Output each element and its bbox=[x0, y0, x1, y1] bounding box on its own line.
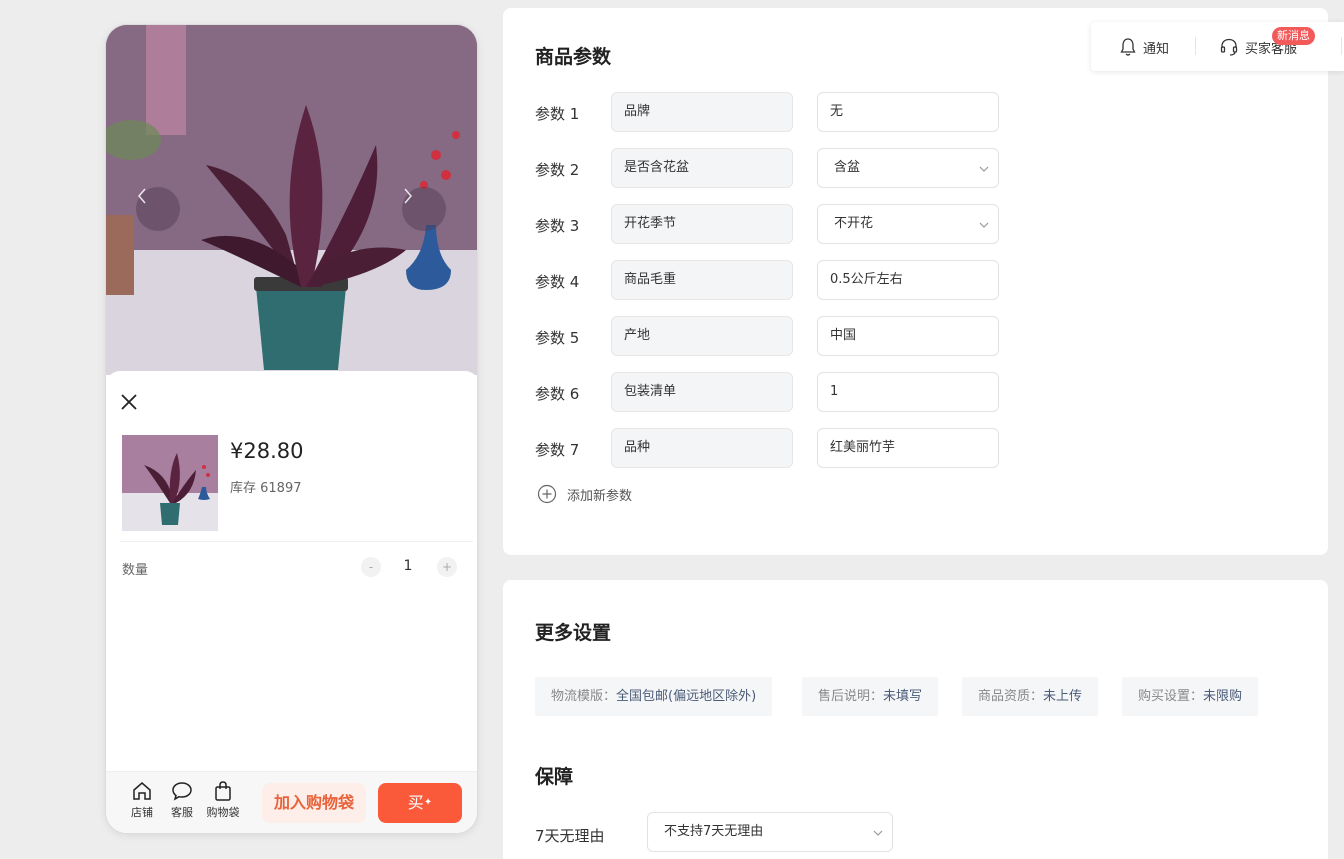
param-label: 参数 5 bbox=[535, 329, 580, 347]
chip-value: 未限购 bbox=[1203, 689, 1243, 704]
param-row: 参数 7 品种 红美丽竹芋 bbox=[535, 428, 1005, 468]
param-label: 参数 2 bbox=[535, 161, 580, 179]
quantity-value: 1 bbox=[403, 558, 413, 574]
param-value-input[interactable]: 无 bbox=[817, 92, 999, 132]
bag-label: 购物袋 bbox=[206, 806, 240, 819]
sku-price: ¥28.80 bbox=[230, 439, 304, 463]
notification-button[interactable]: 通知 bbox=[1119, 37, 1169, 57]
param-value-select[interactable]: 不开花 bbox=[817, 204, 999, 244]
guarantee-select[interactable]: 不支持7天无理由 bbox=[647, 812, 893, 852]
quantity-decrease-button[interactable]: - bbox=[361, 557, 381, 577]
sku-sheet: ¥28.80 库存 61897 数量 - 1 + 店铺 客服 购物袋 加入购物袋… bbox=[106, 371, 477, 833]
add-to-bag-button[interactable]: 加入购物袋 bbox=[262, 783, 366, 823]
bag-nav-button[interactable]: 购物袋 bbox=[201, 780, 245, 820]
new-message-badge: 新消息 bbox=[1272, 27, 1315, 45]
chevron-down-icon bbox=[873, 830, 883, 836]
bell-icon bbox=[1120, 38, 1136, 56]
shop-nav-button[interactable]: 店铺 bbox=[120, 780, 164, 820]
shopping-bag-icon bbox=[215, 781, 231, 801]
quantity-increase-button[interactable]: + bbox=[437, 557, 457, 577]
param-row: 参数 1 品牌 无 bbox=[535, 92, 1005, 132]
product-photo-carousel[interactable] bbox=[106, 25, 477, 375]
sparkle-icon: ✦ bbox=[423, 797, 433, 808]
add-param-label: 添加新参数 bbox=[567, 488, 633, 504]
carousel-next-button[interactable] bbox=[402, 187, 446, 231]
param-value-text: 不开花 bbox=[834, 216, 874, 231]
shop-label: 店铺 bbox=[131, 806, 153, 819]
bottom-action-bar: 店铺 客服 购物袋 加入购物袋 买✦ bbox=[106, 771, 477, 833]
param-value-select[interactable]: 含盆 bbox=[817, 148, 999, 188]
home-icon bbox=[133, 782, 151, 800]
param-key-input[interactable]: 包装清单 bbox=[611, 372, 793, 412]
sku-stock: 库存 61897 bbox=[230, 481, 302, 496]
param-row: 参数 4 商品毛重 0.5公斤左右 bbox=[535, 260, 1005, 300]
close-icon[interactable] bbox=[120, 393, 138, 411]
param-key-input[interactable]: 开花季节 bbox=[611, 204, 793, 244]
divider bbox=[1195, 37, 1196, 55]
notification-label: 通知 bbox=[1143, 41, 1170, 57]
guarantee-value: 不支持7天无理由 bbox=[664, 824, 764, 839]
param-key-input[interactable]: 商品毛重 bbox=[611, 260, 793, 300]
mobile-preview: ¥28.80 库存 61897 数量 - 1 + 店铺 客服 购物袋 加入购物袋… bbox=[105, 24, 478, 834]
service-nav-button[interactable]: 客服 bbox=[160, 780, 204, 820]
chevron-down-icon bbox=[979, 166, 989, 172]
carousel-prev-button[interactable] bbox=[136, 187, 180, 231]
chip-value: 未填写 bbox=[883, 689, 923, 704]
divider bbox=[120, 541, 473, 542]
chip-value: 未上传 bbox=[1043, 689, 1083, 704]
floating-toolbar: 通知 买家客服 新消息 bbox=[1091, 22, 1344, 71]
param-label: 参数 4 bbox=[535, 273, 580, 291]
guarantee-title: 保障 bbox=[535, 766, 574, 788]
chip-key: 购买设置： bbox=[1138, 689, 1204, 704]
product-thumbnail bbox=[122, 435, 218, 531]
chat-bubble-icon bbox=[172, 782, 192, 801]
chip-key: 售后说明： bbox=[818, 689, 884, 704]
chip-key: 商品资质： bbox=[978, 689, 1044, 704]
param-row: 参数 2 是否含花盆 含盆 bbox=[535, 148, 1005, 188]
divider bbox=[1341, 37, 1342, 55]
param-value-input[interactable]: 1 bbox=[817, 372, 999, 412]
param-value-text: 含盆 bbox=[834, 160, 861, 175]
more-settings-card: 更多设置 物流模版：全国包邮(偏远地区除外) 售后说明：未填写 商品资质：未上传… bbox=[503, 580, 1328, 859]
purchase-settings-chip[interactable]: 购买设置：未限购 bbox=[1122, 677, 1259, 716]
param-value-input[interactable]: 中国 bbox=[817, 316, 999, 356]
param-label: 参数 1 bbox=[535, 105, 580, 123]
param-key-input[interactable]: 品牌 bbox=[611, 92, 793, 132]
chevron-left-icon bbox=[138, 188, 146, 204]
sku-thumbnail bbox=[122, 435, 218, 531]
param-label: 参数 3 bbox=[535, 217, 580, 235]
chevron-down-icon bbox=[979, 222, 989, 228]
param-label: 参数 7 bbox=[535, 441, 580, 459]
param-row: 参数 5 产地 中国 bbox=[535, 316, 1005, 356]
param-key-input[interactable]: 是否含花盆 bbox=[611, 148, 793, 188]
plus-circle-icon bbox=[537, 484, 557, 504]
product-params-card: 商品参数 参数 1 品牌 无 参数 2 是否含花盆 含盆 参数 3 开花季节 不… bbox=[503, 8, 1328, 555]
guarantee-label: 7天无理由 bbox=[535, 827, 605, 845]
quantity-label: 数量 bbox=[122, 563, 149, 578]
service-label: 客服 bbox=[171, 806, 193, 819]
param-value-input[interactable]: 红美丽竹芋 bbox=[817, 428, 999, 468]
params-title: 商品参数 bbox=[535, 46, 612, 68]
param-label: 参数 6 bbox=[535, 385, 580, 403]
after-sales-chip[interactable]: 售后说明：未填写 bbox=[802, 677, 939, 716]
chevron-right-icon bbox=[404, 188, 412, 204]
buy-label: 买 bbox=[407, 793, 424, 812]
chip-value: 全国包邮(偏远地区除外) bbox=[616, 689, 757, 704]
param-row: 参数 6 包装清单 1 bbox=[535, 372, 1005, 412]
param-value-input[interactable]: 0.5公斤左右 bbox=[817, 260, 999, 300]
more-settings-title: 更多设置 bbox=[535, 622, 612, 644]
qualification-chip[interactable]: 商品资质：未上传 bbox=[962, 677, 1099, 716]
chip-key: 物流模版： bbox=[551, 689, 617, 704]
headset-icon bbox=[1220, 38, 1238, 56]
add-param-button[interactable]: 添加新参数 bbox=[537, 484, 632, 504]
param-key-input[interactable]: 产地 bbox=[611, 316, 793, 356]
param-row: 参数 3 开花季节 不开花 bbox=[535, 204, 1005, 244]
buy-button[interactable]: 买✦ bbox=[378, 783, 462, 823]
param-key-input[interactable]: 品种 bbox=[611, 428, 793, 468]
logistics-template-chip[interactable]: 物流模版：全国包邮(偏远地区除外) bbox=[535, 677, 773, 716]
